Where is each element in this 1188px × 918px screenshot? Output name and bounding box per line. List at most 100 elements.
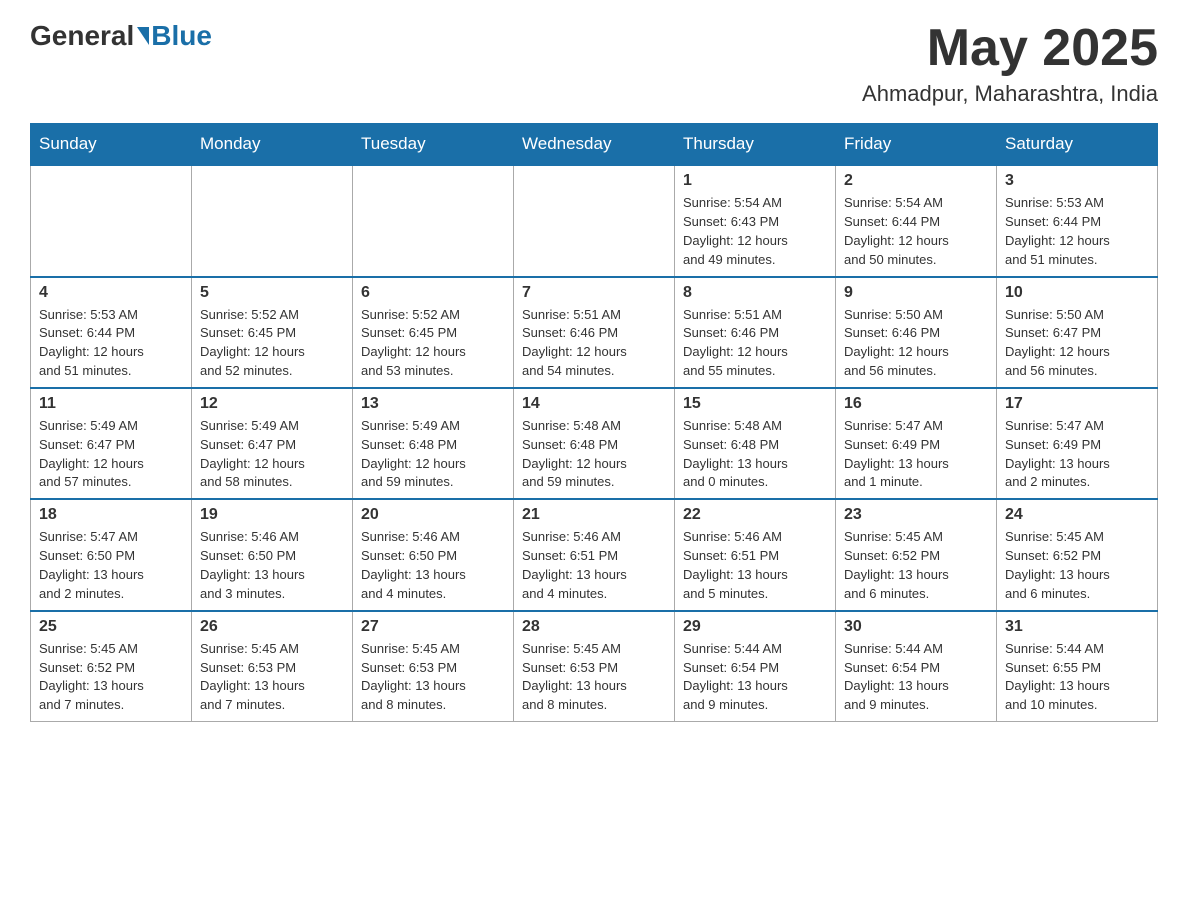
day-number: 25	[39, 618, 183, 636]
day-info: Sunrise: 5:53 AM Sunset: 6:44 PM Dayligh…	[1005, 194, 1149, 269]
day-info: Sunrise: 5:44 AM Sunset: 6:54 PM Dayligh…	[683, 640, 827, 715]
calendar-cell: 6Sunrise: 5:52 AM Sunset: 6:45 PM Daylig…	[353, 277, 514, 388]
location-title: Ahmadpur, Maharashtra, India	[862, 81, 1158, 107]
calendar-cell	[31, 165, 192, 276]
calendar-cell: 24 Sunrise: 5:45 AM Sunset: 6:52 PM Dayli…	[997, 499, 1158, 610]
day-number: 19	[200, 506, 344, 524]
calendar-cell: 2 Sunrise: 5:54 AM Sunset: 6:44 PM Daylig…	[836, 165, 997, 276]
day-number: 23	[844, 506, 988, 524]
calendar-cell	[192, 165, 353, 276]
calendar-cell: 20Sunrise: 5:46 AM Sunset: 6:50 PM Dayli…	[353, 499, 514, 610]
day-number: 28	[522, 618, 666, 636]
day-number: 10	[1005, 284, 1149, 302]
day-info: Sunrise: 5:52 AM Sunset: 6:45 PM Dayligh…	[361, 306, 505, 381]
calendar-cell: 11Sunrise: 5:49 AM Sunset: 6:47 PM Dayli…	[31, 388, 192, 499]
calendar-week-3: 11Sunrise: 5:49 AM Sunset: 6:47 PM Dayli…	[31, 388, 1158, 499]
day-number: 29	[683, 618, 827, 636]
calendar-cell: 17 Sunrise: 5:47 AM Sunset: 6:49 PM Dayli…	[997, 388, 1158, 499]
day-number: 14	[522, 395, 666, 413]
calendar-cell: 5Sunrise: 5:52 AM Sunset: 6:45 PM Daylig…	[192, 277, 353, 388]
calendar-cell: 15 Sunrise: 5:48 AM Sunset: 6:48 PM Dayli…	[675, 388, 836, 499]
day-info: Sunrise: 5:53 AM Sunset: 6:44 PM Dayligh…	[39, 306, 183, 381]
header-monday: Monday	[192, 124, 353, 166]
month-title: May 2025	[862, 20, 1158, 77]
day-info: Sunrise: 5:46 AM Sunset: 6:51 PM Dayligh…	[683, 528, 827, 603]
calendar-cell: 21 Sunrise: 5:46 AM Sunset: 6:51 PM Dayli…	[514, 499, 675, 610]
header-wednesday: Wednesday	[514, 124, 675, 166]
day-info: Sunrise: 5:45 AM Sunset: 6:52 PM Dayligh…	[39, 640, 183, 715]
logo-blue-text: Blue	[151, 20, 212, 52]
day-info: Sunrise: 5:51 AM Sunset: 6:46 PM Dayligh…	[522, 306, 666, 381]
calendar-cell: 14 Sunrise: 5:48 AM Sunset: 6:48 PM Dayli…	[514, 388, 675, 499]
day-number: 21	[522, 506, 666, 524]
day-number: 31	[1005, 618, 1149, 636]
day-info: Sunrise: 5:44 AM Sunset: 6:54 PM Dayligh…	[844, 640, 988, 715]
day-number: 17	[1005, 395, 1149, 413]
day-number: 12	[200, 395, 344, 413]
day-info: Sunrise: 5:48 AM Sunset: 6:48 PM Dayligh…	[683, 417, 827, 492]
calendar-cell: 26 Sunrise: 5:45 AM Sunset: 6:53 PM Dayli…	[192, 611, 353, 722]
day-info: Sunrise: 5:51 AM Sunset: 6:46 PM Dayligh…	[683, 306, 827, 381]
day-info: Sunrise: 5:49 AM Sunset: 6:48 PM Dayligh…	[361, 417, 505, 492]
day-number: 26	[200, 618, 344, 636]
calendar-cell: 13 Sunrise: 5:49 AM Sunset: 6:48 PM Dayli…	[353, 388, 514, 499]
day-info: Sunrise: 5:45 AM Sunset: 6:53 PM Dayligh…	[361, 640, 505, 715]
header-tuesday: Tuesday	[353, 124, 514, 166]
day-info: Sunrise: 5:46 AM Sunset: 6:51 PM Dayligh…	[522, 528, 666, 603]
calendar-cell: 22 Sunrise: 5:46 AM Sunset: 6:51 PM Dayli…	[675, 499, 836, 610]
day-info: Sunrise: 5:47 AM Sunset: 6:50 PM Dayligh…	[39, 528, 183, 603]
day-number: 9	[844, 284, 988, 302]
calendar-header-row: SundayMondayTuesdayWednesdayThursdayFrid…	[31, 124, 1158, 166]
day-number: 18	[39, 506, 183, 524]
calendar-cell: 10Sunrise: 5:50 AM Sunset: 6:47 PM Dayli…	[997, 277, 1158, 388]
calendar-cell: 23 Sunrise: 5:45 AM Sunset: 6:52 PM Dayli…	[836, 499, 997, 610]
day-info: Sunrise: 5:45 AM Sunset: 6:52 PM Dayligh…	[1005, 528, 1149, 603]
calendar-cell: 28 Sunrise: 5:45 AM Sunset: 6:53 PM Dayli…	[514, 611, 675, 722]
day-number: 1	[683, 172, 827, 190]
day-number: 22	[683, 506, 827, 524]
day-number: 30	[844, 618, 988, 636]
day-info: Sunrise: 5:47 AM Sunset: 6:49 PM Dayligh…	[1005, 417, 1149, 492]
calendar-cell	[353, 165, 514, 276]
day-info: Sunrise: 5:48 AM Sunset: 6:48 PM Dayligh…	[522, 417, 666, 492]
calendar-cell: 27Sunrise: 5:45 AM Sunset: 6:53 PM Dayli…	[353, 611, 514, 722]
calendar-cell: 25 Sunrise: 5:45 AM Sunset: 6:52 PM Dayli…	[31, 611, 192, 722]
logo: General Blue	[30, 20, 212, 52]
day-info: Sunrise: 5:45 AM Sunset: 6:52 PM Dayligh…	[844, 528, 988, 603]
day-number: 11	[39, 395, 183, 413]
calendar-cell: 3Sunrise: 5:53 AM Sunset: 6:44 PM Daylig…	[997, 165, 1158, 276]
day-info: Sunrise: 5:50 AM Sunset: 6:46 PM Dayligh…	[844, 306, 988, 381]
day-number: 20	[361, 506, 505, 524]
calendar-cell: 30 Sunrise: 5:44 AM Sunset: 6:54 PM Dayli…	[836, 611, 997, 722]
day-info: Sunrise: 5:54 AM Sunset: 6:44 PM Dayligh…	[844, 194, 988, 269]
calendar-cell: 31 Sunrise: 5:44 AM Sunset: 6:55 PM Dayli…	[997, 611, 1158, 722]
day-info: Sunrise: 5:45 AM Sunset: 6:53 PM Dayligh…	[522, 640, 666, 715]
logo-triangle-icon	[137, 27, 149, 45]
day-number: 13	[361, 395, 505, 413]
calendar-cell: 9 Sunrise: 5:50 AM Sunset: 6:46 PM Daylig…	[836, 277, 997, 388]
calendar-cell: 16Sunrise: 5:47 AM Sunset: 6:49 PM Dayli…	[836, 388, 997, 499]
day-number: 24	[1005, 506, 1149, 524]
calendar-cell: 1 Sunrise: 5:54 AM Sunset: 6:43 PM Daylig…	[675, 165, 836, 276]
calendar-cell: 12Sunrise: 5:49 AM Sunset: 6:47 PM Dayli…	[192, 388, 353, 499]
calendar-week-1: 1 Sunrise: 5:54 AM Sunset: 6:43 PM Daylig…	[31, 165, 1158, 276]
calendar-table: SundayMondayTuesdayWednesdayThursdayFrid…	[30, 123, 1158, 722]
day-info: Sunrise: 5:45 AM Sunset: 6:53 PM Dayligh…	[200, 640, 344, 715]
calendar-week-2: 4Sunrise: 5:53 AM Sunset: 6:44 PM Daylig…	[31, 277, 1158, 388]
calendar-cell: 18 Sunrise: 5:47 AM Sunset: 6:50 PM Dayli…	[31, 499, 192, 610]
calendar-week-4: 18 Sunrise: 5:47 AM Sunset: 6:50 PM Dayli…	[31, 499, 1158, 610]
header-sunday: Sunday	[31, 124, 192, 166]
day-info: Sunrise: 5:44 AM Sunset: 6:55 PM Dayligh…	[1005, 640, 1149, 715]
day-info: Sunrise: 5:52 AM Sunset: 6:45 PM Dayligh…	[200, 306, 344, 381]
day-info: Sunrise: 5:54 AM Sunset: 6:43 PM Dayligh…	[683, 194, 827, 269]
calendar-cell: 29 Sunrise: 5:44 AM Sunset: 6:54 PM Dayli…	[675, 611, 836, 722]
day-number: 8	[683, 284, 827, 302]
header-saturday: Saturday	[997, 124, 1158, 166]
calendar-cell: 19Sunrise: 5:46 AM Sunset: 6:50 PM Dayli…	[192, 499, 353, 610]
calendar-cell	[514, 165, 675, 276]
day-number: 2	[844, 172, 988, 190]
day-number: 15	[683, 395, 827, 413]
calendar-week-5: 25 Sunrise: 5:45 AM Sunset: 6:52 PM Dayli…	[31, 611, 1158, 722]
calendar-cell: 4Sunrise: 5:53 AM Sunset: 6:44 PM Daylig…	[31, 277, 192, 388]
calendar-cell: 7Sunrise: 5:51 AM Sunset: 6:46 PM Daylig…	[514, 277, 675, 388]
